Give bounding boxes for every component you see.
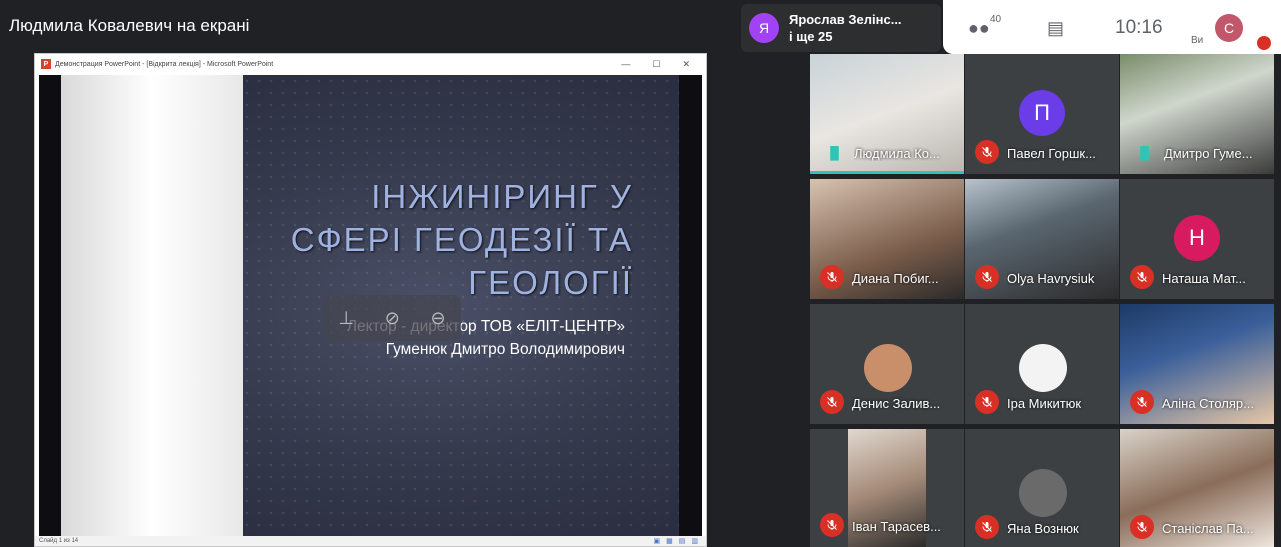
avatar: Н bbox=[1174, 215, 1220, 261]
mic-muted-icon bbox=[820, 513, 844, 537]
participant-tile[interactable]: Olya Havrysiuk bbox=[965, 179, 1119, 299]
slide-heading: ІНЖИНІРИНГ У СФЕРІ ГЕОДЕЗІЇ ТА ГЕОЛОГІЇ bbox=[253, 175, 633, 304]
avatar: П bbox=[1019, 90, 1065, 136]
participant-name: Людмила Ко... bbox=[854, 146, 940, 161]
mic-muted-icon bbox=[820, 390, 844, 414]
participant-tile[interactable]: П Павел Горшк... bbox=[965, 54, 1119, 174]
banner-more: і ще 25 bbox=[789, 29, 833, 44]
slide: ІНЖИНІРИНГ У СФЕРІ ГЕОДЕЗІЇ ТА ГЕОЛОГІЇ … bbox=[61, 75, 679, 538]
self-label: Ви bbox=[1191, 35, 1204, 46]
avatar bbox=[1019, 469, 1067, 517]
tile-overlay-controls: ⊥ ⊘ ⊖ bbox=[323, 295, 461, 341]
mic-muted-icon bbox=[1130, 515, 1154, 539]
people-icon[interactable]: ●● bbox=[968, 18, 990, 39]
active-speaker-bar bbox=[810, 171, 964, 174]
participant-tile[interactable]: Станіслав Па... bbox=[1120, 429, 1274, 547]
participant-tile[interactable]: Н Наташа Мат... bbox=[1120, 179, 1274, 299]
participant-name: Денис Залив... bbox=[852, 396, 941, 411]
top-bar: ●● 40 ▤ 10:16 Ви С bbox=[943, 0, 1281, 54]
mic-muted-icon bbox=[1130, 265, 1154, 289]
participant-name: Аліна Столяр... bbox=[1162, 396, 1254, 411]
presenter-title: Людмила Ковалевич на екрані bbox=[9, 16, 250, 35]
maximize-icon: ☐ bbox=[652, 58, 661, 69]
participant-name: Диана Побиг... bbox=[852, 271, 939, 286]
close-icon: ✕ bbox=[682, 58, 690, 69]
participant-name: Дмитро Гуме... bbox=[1164, 146, 1253, 161]
participant-tile[interactable]: Іван Тарасев... bbox=[810, 429, 964, 547]
avatar bbox=[864, 344, 912, 392]
clock: 10:16 bbox=[1115, 17, 1163, 38]
participant-name: Станіслав Па... bbox=[1162, 521, 1254, 536]
powerpoint-icon: P bbox=[41, 59, 51, 69]
view-sorter-icon[interactable]: ▦ bbox=[666, 537, 673, 545]
people-count: 40 bbox=[990, 14, 1002, 25]
participant-banner[interactable]: Я Ярослав Зелінс... і ще 25 bbox=[741, 4, 941, 52]
mic-muted-icon bbox=[820, 265, 844, 289]
participant-tile[interactable]: ▐▌ Людмила Ко... bbox=[810, 54, 964, 174]
pin-icon[interactable]: ⊥ bbox=[338, 308, 354, 329]
slide-heading-line: ІНЖИНІРИНГ У bbox=[371, 178, 633, 215]
participant-tile[interactable]: Денис Залив... bbox=[810, 304, 964, 424]
ppt-canvas: ІНЖИНІРИНГ У СФЕРІ ГЕОДЕЗІЇ ТА ГЕОЛОГІЇ … bbox=[39, 75, 702, 538]
ppt-titlebar: P Демонстрация PowerPoint - [Відкрита ле… bbox=[35, 54, 706, 74]
mic-muted-icon bbox=[975, 515, 999, 539]
speaking-icon: ▐▌ bbox=[826, 146, 844, 160]
speaking-icon: ▐▌ bbox=[1136, 146, 1154, 160]
shared-screen[interactable]: P Демонстрация PowerPoint - [Відкрита ле… bbox=[34, 53, 707, 547]
ppt-statusbar: Слайд 1 из 14 ▣ ▦ ▤ ▥ bbox=[35, 536, 706, 546]
mic-muted-icon bbox=[975, 265, 999, 289]
mic-muted-icon bbox=[975, 140, 999, 164]
view-normal-icon[interactable]: ▣ bbox=[654, 537, 661, 545]
participant-name: Наташа Мат... bbox=[1162, 271, 1246, 286]
participant-name: Іра Микитюк bbox=[1007, 396, 1082, 411]
participant-name: Яна Вознюк bbox=[1007, 521, 1079, 536]
slide-subtitle-line: Гуменюк Дмитро Володимирович bbox=[385, 341, 625, 358]
avatar bbox=[1019, 344, 1067, 392]
banner-text: Ярослав Зелінс... і ще 25 bbox=[789, 11, 902, 45]
mic-muted-icon bbox=[975, 390, 999, 414]
chat-icon[interactable]: ▤ bbox=[1047, 18, 1064, 39]
remove-icon[interactable]: ⊖ bbox=[431, 308, 446, 329]
mic-muted-icon bbox=[1130, 390, 1154, 414]
participant-name: Павел Горшк... bbox=[1007, 146, 1096, 161]
ppt-window-title: Демонстрация PowerPoint - [Відкрита лекц… bbox=[55, 60, 274, 68]
minimize-icon: — bbox=[621, 58, 631, 69]
participant-tile[interactable]: Диана Побиг... bbox=[810, 179, 964, 299]
participant-tile[interactable]: Іра Микитюк bbox=[965, 304, 1119, 424]
participant-name: Іван Тарасев... bbox=[852, 519, 941, 534]
slide-heading-line: СФЕРІ ГЕОДЕЗІЇ ТА bbox=[290, 221, 633, 258]
view-buttons: ▣ ▦ ▤ ▥ bbox=[654, 537, 699, 545]
mute-icon[interactable]: ⊘ bbox=[385, 308, 400, 329]
window-controls: — ☐ ✕ bbox=[621, 59, 690, 70]
banner-name: Ярослав Зелінс... bbox=[789, 12, 902, 27]
view-reading-icon[interactable]: ▤ bbox=[679, 537, 686, 545]
meet-window: Людмила Ковалевич на екрані P Демонстрац… bbox=[0, 0, 1281, 547]
participant-tile[interactable]: ▐▌ Дмитро Гуме... bbox=[1120, 54, 1274, 174]
avatar: Я bbox=[749, 13, 779, 43]
self-avatar[interactable]: С bbox=[1215, 14, 1243, 42]
slide-left-panel bbox=[61, 75, 243, 538]
participant-tile[interactable]: Аліна Столяр... bbox=[1120, 304, 1274, 424]
participant-tile[interactable]: Яна Вознюк bbox=[965, 429, 1119, 547]
slideshow-icon[interactable]: ▥ bbox=[691, 537, 698, 545]
mic-muted-icon bbox=[1257, 36, 1271, 50]
slide-counter: Слайд 1 из 14 bbox=[39, 538, 79, 544]
participant-name: Olya Havrysiuk bbox=[1007, 271, 1095, 286]
